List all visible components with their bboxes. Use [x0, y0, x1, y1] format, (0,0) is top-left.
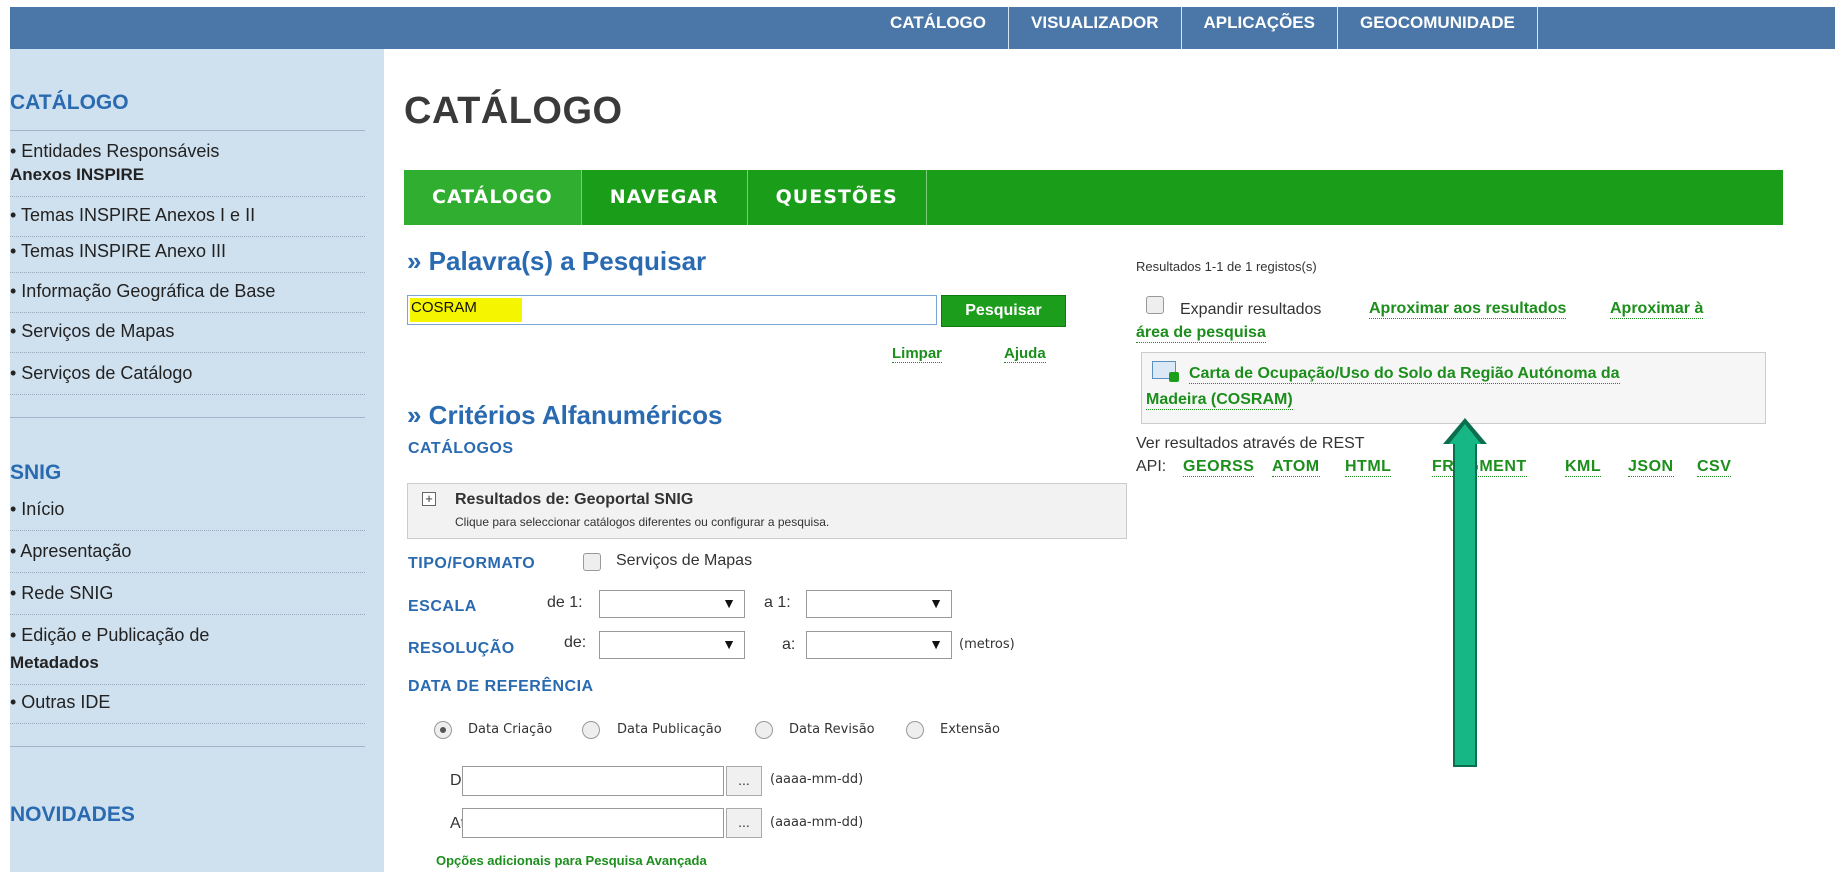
catalog-box-title: Resultados de: Geoportal SNIG: [455, 491, 694, 508]
clear-link[interactable]: Limpar: [892, 345, 943, 363]
sidebar-item-informacao-base[interactable]: • Informação Geográfica de Base: [10, 271, 365, 313]
catalog-box-hint: Clique para seleccionar catálogos difere…: [455, 515, 830, 529]
expand-results-checkbox[interactable]: [1146, 296, 1164, 314]
chevron-down-icon: ▼: [929, 595, 943, 611]
api-fragment-link[interactable]: FRAGMENT: [1432, 458, 1527, 477]
add-icon: [1169, 372, 1179, 382]
api-json-link[interactable]: JSON: [1628, 458, 1674, 477]
res-from-label: de:: [564, 634, 587, 651]
top-navigation-bar: CATÁLOGO VISUALIZADOR APLICAÇÕES GEOCOMU…: [10, 7, 1835, 49]
api-atom-link[interactable]: ATOM: [1272, 458, 1320, 477]
expand-icon[interactable]: +: [422, 492, 436, 506]
sidebar-item-inicio[interactable]: • Início: [10, 489, 365, 531]
tab-questoes[interactable]: QUESTÕES: [748, 170, 927, 225]
radio-label-data-revisao: Data Revisão: [789, 722, 875, 737]
catalog-selector-box[interactable]: + Resultados de: Geoportal SNIG Clique p…: [407, 483, 1127, 539]
api-html-link[interactable]: HTML: [1345, 458, 1392, 477]
servicos-mapas-checkbox[interactable]: [583, 553, 601, 571]
res-to-label: a:: [782, 636, 796, 653]
res-to-select[interactable]: ▼: [806, 631, 952, 659]
api-label: API:: [1136, 458, 1167, 475]
date-to-picker-button[interactable]: ...: [726, 808, 762, 838]
zoom-area-link[interactable]: Aproximar à: [1610, 300, 1704, 319]
radio-label-data-criacao: Data Criação: [468, 722, 553, 737]
sidebar: CATÁLOGO • Entidades Responsáveis Anexos…: [10, 49, 384, 872]
date-from-format: (aaaa-mm-dd): [770, 772, 864, 787]
search-heading: » Palavra(s) a Pesquisar: [407, 246, 707, 276]
annotation-arrow: [1453, 440, 1477, 767]
api-csv-link[interactable]: CSV: [1697, 458, 1732, 477]
topnav-geocomunidade[interactable]: GEOCOMUNIDADE: [1336, 7, 1538, 49]
sidebar-heading-novidades: NOVIDADES: [10, 803, 135, 826]
radio-label-data-publicacao: Data Publicação: [617, 722, 722, 737]
escala-label: ESCALA: [408, 598, 477, 615]
api-georss-link[interactable]: GEORSS: [1183, 458, 1255, 477]
escala-from-label: de 1:: [547, 594, 583, 611]
results-summary: Resultados 1-1 de 1 registos(s): [1136, 259, 1317, 274]
topnav-visualizador[interactable]: VISUALIZADOR: [1008, 7, 1181, 49]
escala-to-select[interactable]: ▼: [806, 590, 952, 618]
rest-line: Ver resultados através de REST: [1136, 435, 1365, 452]
divider: [10, 746, 365, 747]
expand-results-label: Expandir resultados: [1180, 301, 1322, 318]
radio-data-criacao[interactable]: [434, 721, 452, 739]
result-item: Carta de Ocupação/Uso do Solo da Região …: [1141, 352, 1766, 424]
chevron-down-icon: ▼: [722, 595, 736, 611]
escala-from-select[interactable]: ▼: [599, 590, 745, 618]
data-referencia-label: DATA DE REFERÊNCIA: [408, 678, 594, 695]
zoom-results-link[interactable]: Aproximar aos resultados: [1369, 300, 1567, 319]
topnav-aplicacoes[interactable]: APLICAÇÕES: [1180, 7, 1337, 49]
resolucao-label: RESOLUÇÃO: [408, 640, 515, 657]
layer-icon: [1152, 361, 1179, 382]
sidebar-item-outras-ide[interactable]: • Outras IDE: [10, 682, 365, 724]
search-input-value: COSRAM: [411, 299, 477, 316]
top-nav: CATÁLOGO VISUALIZADOR APLICAÇÕES GEOCOMU…: [868, 7, 1538, 49]
sidebar-item-servicos-catalogo[interactable]: • Serviços de Catálogo: [10, 353, 365, 395]
zoom-area-link-cont[interactable]: área de pesquisa: [1136, 324, 1266, 343]
res-unit: (metros): [959, 637, 1015, 652]
sidebar-heading-catalogo: CATÁLOGO: [10, 91, 129, 114]
date-from-picker-button[interactable]: ...: [726, 766, 762, 796]
date-to-format: (aaaa-mm-dd): [770, 815, 864, 830]
radio-label-extensao: Extensão: [940, 722, 1000, 737]
radio-extensao[interactable]: [906, 721, 924, 739]
api-kml-link[interactable]: KML: [1565, 458, 1602, 477]
sidebar-item-apresentacao[interactable]: • Apresentação: [10, 531, 365, 573]
servicos-mapas-label: Serviços de Mapas: [616, 552, 753, 569]
tab-navegar[interactable]: NAVEGAR: [582, 170, 748, 225]
sidebar-item-temas-iii[interactable]: • Temas INSPIRE Anexo III: [10, 231, 365, 273]
escala-to-label: a 1:: [764, 594, 791, 611]
page-title: CATÁLOGO: [404, 90, 623, 132]
date-from-field[interactable]: [462, 766, 724, 796]
res-from-select[interactable]: ▼: [599, 631, 745, 659]
result-title-link-cont[interactable]: Madeira (COSRAM): [1146, 391, 1293, 410]
result-title-link[interactable]: Carta de Ocupação/Uso do Solo da Região …: [1189, 365, 1620, 384]
sidebar-item-servicos-mapas[interactable]: • Serviços de Mapas: [10, 311, 365, 353]
criteria-heading: » Critérios Alfanuméricos: [407, 400, 723, 430]
tab-bar: CATÁLOGO NAVEGAR QUESTÕES: [404, 170, 1783, 225]
date-to-field[interactable]: [462, 808, 724, 838]
radio-data-publicacao[interactable]: [582, 721, 600, 739]
chevron-down-icon: ▼: [929, 636, 943, 652]
sidebar-item-anexos-inspire[interactable]: Anexos INSPIRE: [10, 155, 365, 197]
tab-catalogo[interactable]: CATÁLOGO: [404, 170, 582, 225]
advanced-options-link[interactable]: Opções adicionais para Pesquisa Avançada: [436, 853, 707, 868]
search-button[interactable]: Pesquisar: [941, 295, 1066, 327]
chevron-down-icon: ▼: [722, 636, 736, 652]
catalogos-label: CATÁLOGOS: [408, 440, 514, 457]
annotation-arrow-head-fill: [1449, 424, 1481, 444]
divider: [10, 417, 365, 418]
radio-data-revisao[interactable]: [755, 721, 773, 739]
sidebar-item-metadados[interactable]: Metadados: [10, 643, 365, 685]
sidebar-heading-snig: SNIG: [10, 461, 62, 484]
help-link[interactable]: Ajuda: [1004, 345, 1046, 363]
topnav-catalogo[interactable]: CATÁLOGO: [868, 7, 1008, 49]
sidebar-item-rede-snig[interactable]: • Rede SNIG: [10, 573, 365, 615]
tipo-formato-label: TIPO/FORMATO: [408, 555, 536, 572]
